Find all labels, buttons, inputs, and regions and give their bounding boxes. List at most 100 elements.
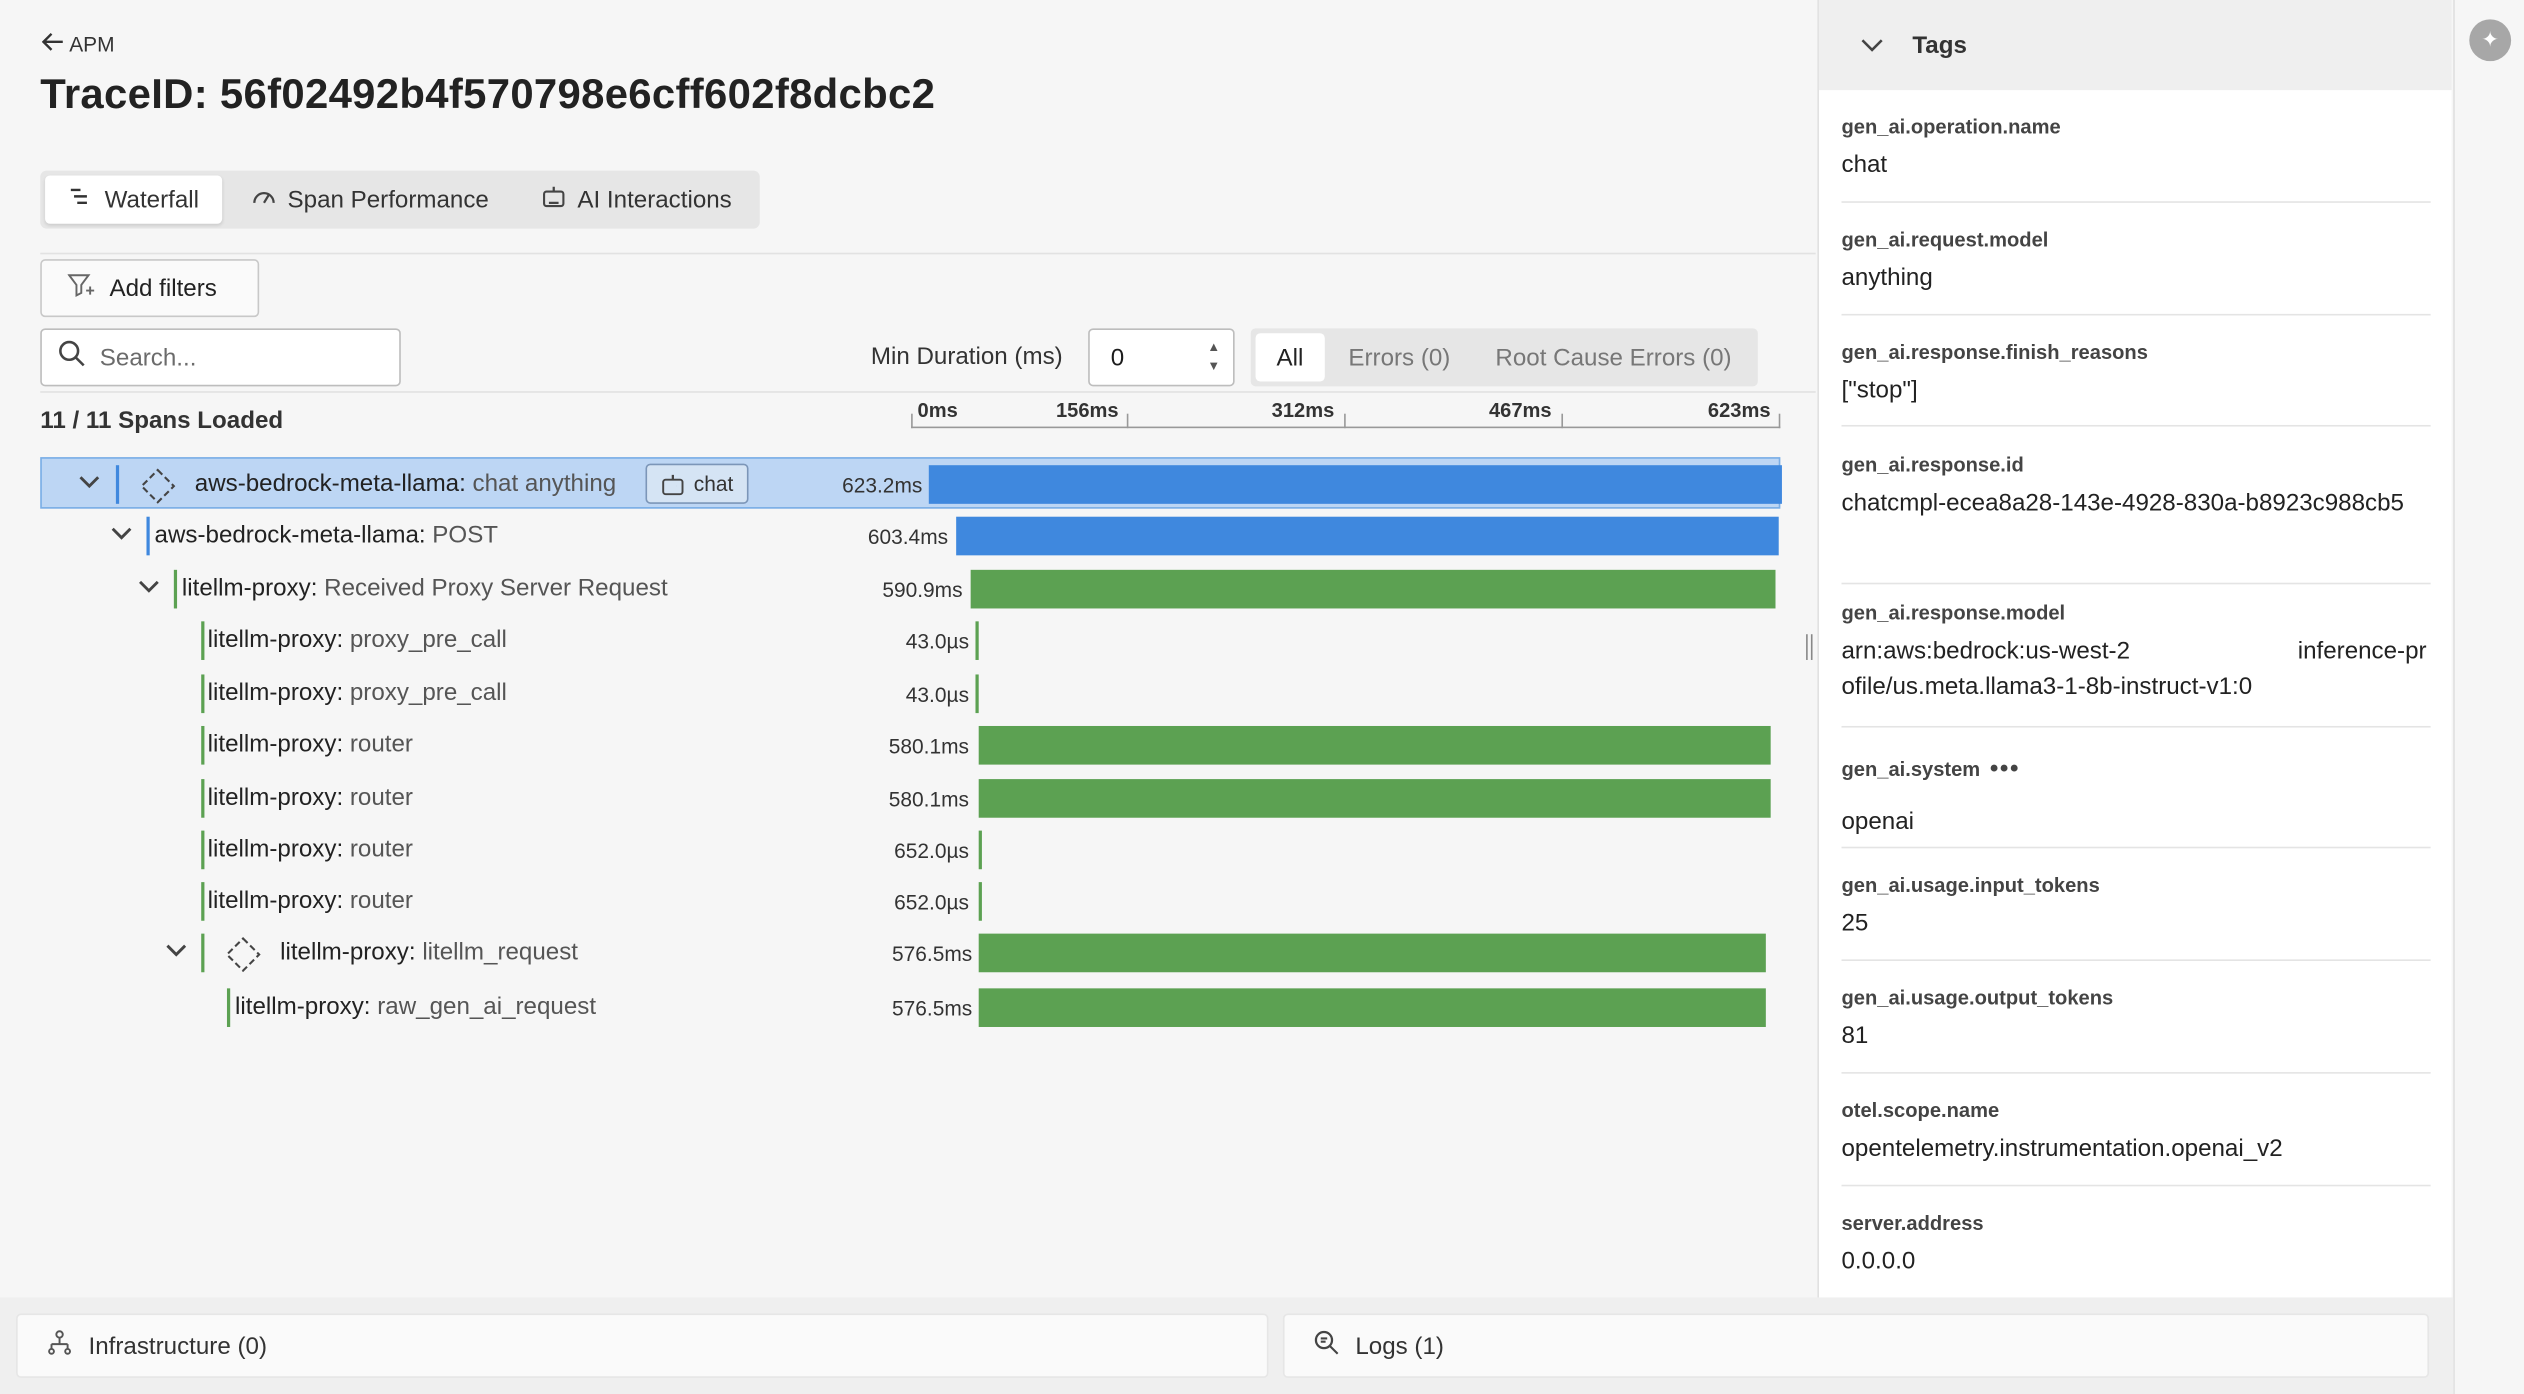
add-filters-button[interactable]: Add filters	[40, 259, 260, 318]
tag-key-text: gen_ai.response.id	[1841, 453, 2024, 477]
span-name: litellm-proxy: raw_gen_ai_request	[235, 993, 596, 1020]
chevron-down-icon[interactable]: ▼	[1207, 357, 1220, 376]
span-row[interactable]: litellm-proxy: router 580.1ms	[40, 720, 1780, 772]
tag-item: gen_ai.request.model anything	[1841, 229, 2431, 316]
min-duration-input[interactable]: 0 ▲ ▼	[1088, 328, 1235, 387]
tab-label: AI Interactions	[577, 185, 732, 214]
span-row[interactable]: litellm-proxy: raw_gen_ai_request 576.5ms	[40, 982, 1780, 1034]
span-row[interactable]: litellm-proxy: proxy_pre_call 43.0µs	[40, 668, 1780, 720]
span-duration-bar[interactable]	[975, 674, 979, 714]
tag-item: gen_ai.operation.name chat	[1841, 116, 2431, 203]
span-service: litellm-proxy:	[207, 679, 344, 707]
log-search-icon	[1314, 1330, 1340, 1362]
chevron-down-icon[interactable]	[76, 468, 102, 494]
number-stepper[interactable]: ▲ ▼	[1207, 338, 1220, 377]
tag-key-text: gen_ai.usage.output_tokens	[1841, 986, 2114, 1010]
span-duration-bar[interactable]	[978, 988, 1766, 1027]
tag-item: gen_ai.system ••• openai	[1841, 755, 2431, 849]
span-row[interactable]: litellm-proxy: proxy_pre_call 43.0µs	[40, 615, 1780, 667]
span-operation: router	[349, 783, 413, 812]
span-duration-bar[interactable]	[956, 516, 1779, 556]
tags-header[interactable]: Tags	[1818, 0, 2452, 91]
span-duration-bar[interactable]	[978, 933, 1766, 973]
hierarchy-icon	[47, 1330, 73, 1362]
tag-key-text: gen_ai.operation.name	[1841, 115, 2061, 139]
tags-title: Tags	[1912, 31, 1967, 59]
logs-button[interactable]: Logs (1)	[1282, 1313, 2430, 1378]
tag-key-text: gen_ai.usage.input_tokens	[1841, 874, 2100, 897]
panel-resize-handle[interactable]	[1806, 634, 1813, 660]
chat-badge[interactable]: chat	[645, 463, 748, 504]
back-link[interactable]: APM	[41, 32, 115, 56]
search-input[interactable]	[99, 343, 374, 372]
tag-key-text: gen_ai.system	[1841, 758, 1981, 781]
span-duration-bar[interactable]	[978, 830, 982, 870]
span-name: litellm-proxy: router	[208, 784, 413, 811]
span-name: litellm-proxy: proxy_pre_call	[208, 679, 507, 706]
spans-loaded-count: 11 / 11 Spans Loaded	[40, 407, 284, 435]
span-duration-bar[interactable]	[978, 882, 982, 921]
min-duration-value: 0	[1110, 343, 1125, 372]
tag-key: gen_ai.response.finish_reasons	[1841, 341, 2430, 364]
span-row[interactable]: aws-bedrock-meta-llama: POST 603.4ms	[40, 510, 1780, 562]
span-service: litellm-proxy:	[235, 993, 371, 1021]
tag-item: gen_ai.usage.input_tokens 25	[1841, 874, 2431, 961]
span-duration-bar[interactable]	[928, 465, 1782, 504]
tag-key: gen_ai.operation.name	[1841, 116, 2430, 139]
span-operation: POST	[432, 521, 499, 549]
span-duration-bar[interactable]	[978, 779, 1771, 818]
chevron-down-icon[interactable]	[163, 937, 189, 963]
tag-key: otel.scope.name	[1841, 1099, 2430, 1122]
span-row[interactable]: litellm-proxy: router 652.0µs	[40, 876, 1780, 928]
chevron-up-icon[interactable]: ▲	[1207, 338, 1220, 357]
tab-ai-interactions[interactable]: AI Interactions	[518, 175, 754, 223]
span-row[interactable]: litellm-proxy: router 652.0µs	[40, 824, 1780, 876]
span-row[interactable]: aws-bedrock-meta-llama: chat anything cha…	[40, 457, 1782, 509]
robot-icon	[662, 474, 684, 495]
span-depth-indicator	[201, 674, 205, 714]
span-service: litellm-proxy:	[181, 574, 318, 603]
span-row[interactable]: litellm-proxy: Received Proxy Server Req…	[40, 563, 1780, 615]
tag-key: gen_ai.response.model	[1841, 602, 2430, 625]
span-duration-bar[interactable]	[978, 725, 1771, 765]
tab-span-performance[interactable]: Span Performance	[228, 175, 511, 223]
ai-assistant-button[interactable]: ✦	[2469, 19, 2512, 62]
timeline-tick-label: 0ms	[917, 399, 958, 422]
span-row[interactable]: litellm-proxy: router 580.1ms	[40, 773, 1780, 825]
chevron-down-icon[interactable]	[135, 573, 161, 599]
tab-label: Span Performance	[287, 185, 489, 214]
span-depth-indicator	[146, 516, 150, 556]
span-duration: 43.0µs	[905, 629, 970, 654]
span-service: litellm-proxy:	[207, 626, 344, 654]
timeline-tick-mark	[1126, 413, 1129, 429]
timeline-tick-mark	[911, 413, 913, 429]
trace-main: APM TraceID: 56f02492b4f570798e6cff602f8…	[0, 0, 1816, 1298]
timeline-tick-label: 312ms	[1271, 399, 1335, 422]
span-row[interactable]: litellm-proxy: litellm_request 576.5ms	[40, 927, 1780, 979]
span-duration-bar[interactable]	[975, 621, 979, 660]
segment-errors[interactable]: Errors (0)	[1327, 333, 1471, 381]
tab-label: Waterfall	[104, 185, 199, 214]
chevron-down-icon[interactable]	[108, 520, 134, 546]
tag-key-text: server.address	[1841, 1212, 1984, 1235]
tag-value: 25	[1841, 909, 1869, 937]
segment-root-cause-errors[interactable]: Root Cause Errors (0)	[1475, 333, 1753, 381]
span-operation: router	[349, 886, 413, 915]
span-service: litellm-proxy:	[207, 886, 344, 915]
span-depth-indicator	[115, 465, 120, 504]
tag-key: gen_ai.usage.output_tokens	[1841, 987, 2430, 1010]
span-duration: 652.0µs	[894, 890, 970, 915]
segment-all[interactable]: All	[1255, 333, 1325, 382]
timeline-axis: 0ms 156ms 312ms 467ms 623ms	[911, 399, 1781, 429]
span-name: litellm-proxy: proxy_pre_call	[208, 626, 507, 653]
span-operation: router	[349, 730, 413, 759]
more-options-icon[interactable]: •••	[1990, 755, 2020, 782]
tab-waterfall[interactable]: Waterfall	[45, 175, 222, 224]
span-service: litellm-proxy:	[207, 835, 344, 863]
span-duration-bar[interactable]	[970, 569, 1776, 609]
span-name: litellm-proxy: router	[208, 731, 413, 758]
search-icon	[58, 340, 85, 375]
span-duration: 652.0µs	[894, 838, 970, 863]
infrastructure-button[interactable]: Infrastructure (0)	[16, 1313, 1269, 1378]
tag-item: server.address 0.0.0.0	[1841, 1212, 2430, 1286]
